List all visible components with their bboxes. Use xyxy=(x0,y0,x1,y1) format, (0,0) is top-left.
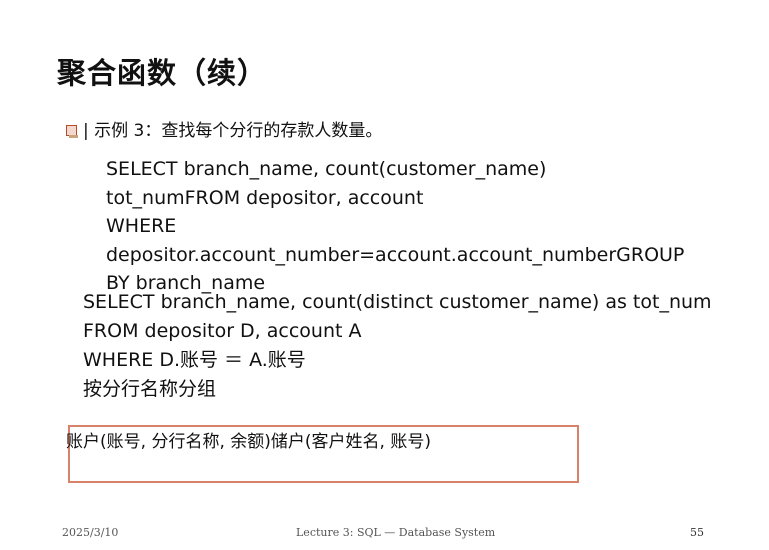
query-1-block: SELECT branch_name, count(customer_name)… xyxy=(106,155,706,298)
query-1-line: WHERE xyxy=(106,215,177,237)
slide: 聚合函数（续） | 示例 3：查找每个分行的存款人数量。 SELECT bran… xyxy=(0,0,769,550)
query-2-line: WHERE D.账号 ＝ A.账号 xyxy=(83,349,306,371)
slide-title: 聚合函数（续） xyxy=(57,56,268,90)
bullet-item: | 示例 3：查找每个分行的存款人数量。 xyxy=(66,116,382,141)
query-2-block: SELECT branch_name, count(distinct custo… xyxy=(83,288,712,404)
bullet-square-icon xyxy=(66,125,78,138)
footer-page-number: 55 xyxy=(690,526,704,539)
query-1-line: SELECT branch_name, count(customer_name) xyxy=(106,158,547,180)
footer-date: 2025/3/10 xyxy=(62,526,119,539)
query-2-line: FROM depositor D, account A xyxy=(83,320,362,342)
query-1-line: depositor.account_number=account.account… xyxy=(106,243,685,266)
query-2-line: SELECT branch_name, count(distinct custo… xyxy=(83,291,712,313)
query-2-line: 按分行名称分组 xyxy=(83,378,217,400)
footer-lecture-title: Lecture 3: SQL — Database System xyxy=(296,526,496,539)
query-1-line: tot_numFROM depositor, account xyxy=(106,186,424,209)
bullet-text: | 示例 3：查找每个分行的存款人数量。 xyxy=(83,121,383,141)
schema-text: 账户(账号, 分行名称, 余额)储户(客户姓名, 账号) xyxy=(66,432,431,452)
